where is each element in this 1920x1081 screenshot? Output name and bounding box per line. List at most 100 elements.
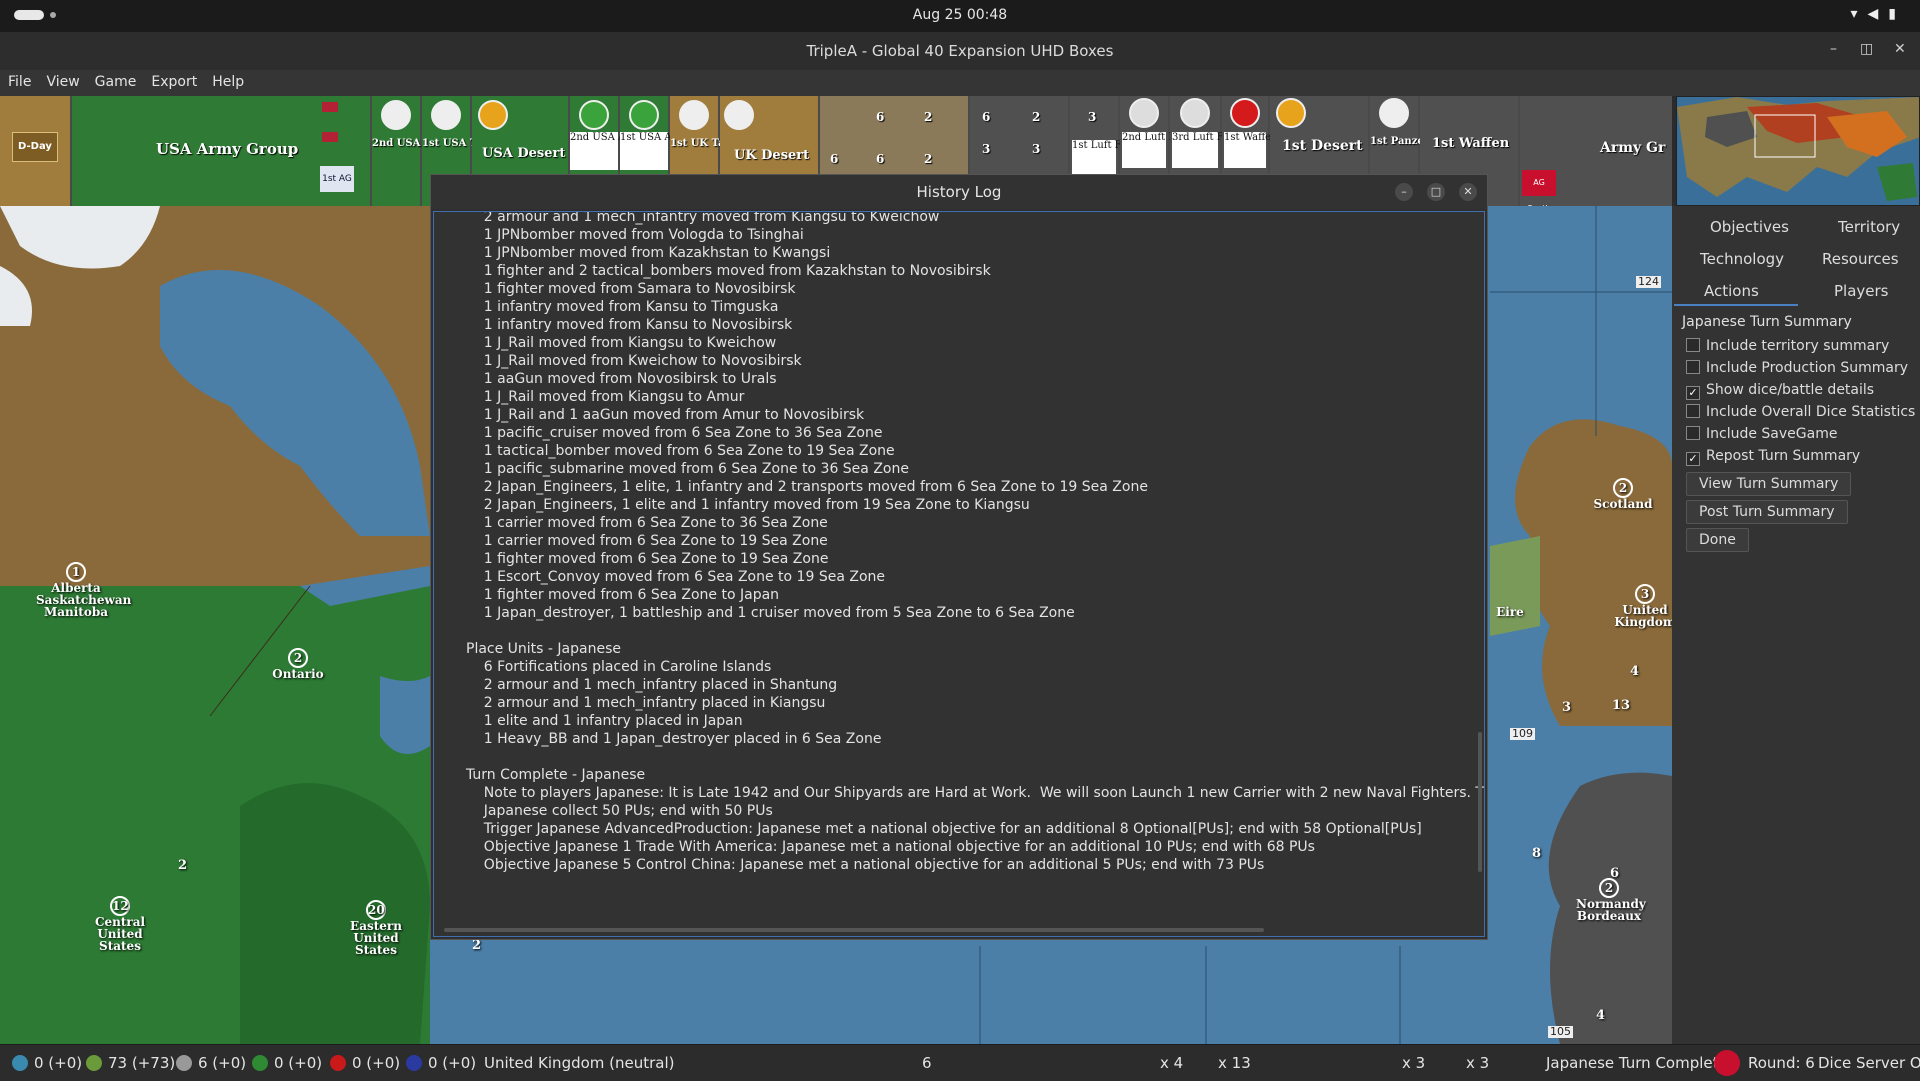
history-log-title: History Log (431, 175, 1487, 209)
territory-ontario[interactable]: 2 Ontario (268, 648, 328, 680)
history-log-line: 1 pacific_cruiser moved from 6 Sea Zone … (466, 425, 883, 441)
dak-chip-icon (1276, 98, 1306, 128)
post-turn-summary-button[interactable]: Post Turn Summary (1686, 500, 1848, 524)
option-dice-details[interactable]: ✓ Show dice/battle details (1686, 382, 1874, 400)
oil-icon (86, 1055, 102, 1071)
history-log-line: 1 J_Rail moved from Kiangsu to Kweichow (466, 335, 777, 351)
menu-export[interactable]: Export (143, 70, 204, 90)
menu-view[interactable]: View (38, 70, 86, 90)
dday-box[interactable]: D-Day (0, 96, 70, 206)
territory-value: 2 (288, 648, 308, 668)
unit-label: 2nd USA AirFleet (570, 132, 659, 170)
option-repost-summary[interactable]: ✓ Repost Turn Summary (1686, 448, 1860, 466)
checkbox-icon[interactable] (1686, 360, 1700, 374)
territory-central-us[interactable]: 12 Central United States (90, 896, 150, 952)
minimize-icon[interactable]: – (1830, 41, 1837, 57)
unit-count: 6 (830, 152, 839, 166)
tab-players[interactable]: Players (1834, 282, 1889, 300)
usa-army-group-box[interactable]: USA Army Group 1st AG (72, 96, 370, 206)
unit-label: 1st USA AirFleet (620, 132, 706, 170)
history-log-dialog[interactable]: History Log – □ ✕ 2 armour and 1 mech_in… (430, 174, 1488, 940)
system-clock[interactable]: Aug 25 00:48 (0, 7, 1920, 23)
army-group-south-box[interactable]: Army Gr AG South (1520, 96, 1672, 206)
history-log-line: 1 aaGun moved from Novosibirsk to Urals (466, 371, 777, 387)
usa-flag-icon (322, 132, 338, 142)
checkbox-checked-icon[interactable]: ✓ (1686, 452, 1700, 466)
resource-value: 0 (+0) (274, 1054, 323, 1072)
tab-territory[interactable]: Territory (1838, 218, 1900, 236)
system-topbar: Aug 25 00:48 ▾◀▮ (0, 0, 1920, 32)
view-turn-summary-button[interactable]: View Turn Summary (1686, 472, 1852, 496)
system-tray[interactable]: ▾◀▮ (1850, 6, 1906, 22)
unit-count: 3 (1032, 142, 1041, 156)
resource-value: 0 (+0) (352, 1054, 401, 1072)
territory-eastern-us[interactable]: 20 Eastern United States (346, 900, 406, 956)
tab-objectives[interactable]: Objectives (1710, 218, 1789, 236)
territory-normandy[interactable]: 2 Normandy Bordeaux (1576, 878, 1646, 922)
option-territory-summary[interactable]: Include territory summary (1686, 338, 1889, 354)
wifi-icon: ▾ (1850, 6, 1868, 22)
option-label: Include SaveGame (1706, 426, 1838, 442)
history-log-line: 1 Heavy_BB and 1 Japan_destroyer placed … (466, 731, 882, 747)
history-log-line: Turn Complete - Japanese (466, 767, 646, 783)
unit-chip-icon (1129, 98, 1159, 128)
minimap-svg (1677, 97, 1919, 205)
usa-tank-2nd-box[interactable]: 2nd USA Tank (372, 96, 451, 206)
history-log-line: 2 Japan_Engineers, 1 elite and 1 infantr… (466, 497, 1030, 513)
dialog-maximize-icon[interactable]: □ (1427, 183, 1445, 201)
option-dice-statistics[interactable]: Include Overall Dice Statistics (1686, 404, 1915, 420)
unit-stack-count: 2 (178, 858, 188, 873)
tab-resources[interactable]: Resources (1822, 250, 1899, 268)
history-log-line: Objective Japanese 1 Trade With America:… (466, 839, 1315, 855)
option-savegame[interactable]: Include SaveGame (1686, 426, 1837, 442)
unit-count: x 13 (1218, 1054, 1251, 1072)
history-log-line (466, 748, 470, 766)
menu-game[interactable]: Game (87, 70, 144, 90)
history-log-line: 2 armour and 1 mech_infantry placed in K… (466, 695, 826, 711)
checkbox-icon[interactable] (1686, 426, 1700, 440)
history-log-line: 1 infantry moved from Kansu to Novosibir… (466, 317, 793, 333)
option-production-summary[interactable]: Include Production Summary (1686, 360, 1908, 376)
menu-help[interactable]: Help (204, 70, 251, 90)
checkbox-icon[interactable] (1686, 338, 1700, 352)
territory-value: 1 (66, 562, 86, 582)
vertical-scrollbar[interactable] (1478, 732, 1482, 872)
unit-label: 2nd Luft Flotten (1122, 132, 1205, 168)
unit-label: 1st Waffen Panzer (1224, 132, 1315, 168)
dialog-minimize-icon[interactable]: – (1395, 183, 1413, 201)
history-log-line: 1 J_Rail moved from Kiangsu to Amur (466, 389, 745, 405)
territory-name: Eastern United States (350, 919, 402, 957)
tab-actions[interactable]: Actions (1704, 282, 1759, 300)
territory-name: Central United States (94, 915, 146, 953)
ag-south-badge: AG South (1522, 170, 1556, 206)
unit-chip-icon (431, 100, 461, 130)
uk-desert-label: UK Desert (734, 148, 810, 163)
resource-value: 6 (+0) (198, 1054, 247, 1072)
tab-technology[interactable]: Technology (1700, 250, 1784, 268)
horizontal-scrollbar[interactable] (444, 928, 1264, 932)
unit-stack-count: 2 (472, 938, 482, 953)
territory-scotland[interactable]: 2 Scotland (1590, 478, 1656, 510)
territory-alberta[interactable]: 1 Alberta Saskatchewan Manitoba (36, 562, 131, 618)
history-log-line: 1 JPNbomber moved from Kazakhstan to Kwa… (466, 245, 831, 261)
close-icon[interactable]: ✕ (1894, 41, 1906, 57)
minimap[interactable] (1676, 96, 1920, 206)
maximize-icon[interactable]: ◫ (1860, 41, 1873, 57)
unit-label: 1st Luft Flotten (1072, 140, 1151, 176)
territory-name: Normandy Bordeaux (1576, 897, 1646, 923)
option-label: Include territory summary (1706, 338, 1890, 354)
history-log-line: 1 carrier moved from 6 Sea Zone to 36 Se… (466, 515, 828, 531)
menu-file[interactable]: File (0, 70, 38, 90)
territory-value: 2 (1613, 478, 1633, 498)
army-group-label: Army Gr (1600, 140, 1666, 156)
territory-eire[interactable]: Eire (1490, 606, 1530, 618)
history-log-line: 6 Fortifications placed in Caroline Isla… (466, 659, 772, 675)
dialog-close-icon[interactable]: ✕ (1459, 183, 1477, 201)
history-log-text[interactable]: 2 armour and 1 mech_infantry moved from … (433, 211, 1485, 937)
checkbox-checked-icon[interactable]: ✓ (1686, 386, 1700, 400)
done-button[interactable]: Done (1686, 528, 1749, 552)
territory-united-kingdom[interactable]: 3 United Kingdom (1610, 584, 1672, 628)
checkbox-icon[interactable] (1686, 404, 1700, 418)
hovered-territory: United Kingdom (neutral) (484, 1054, 675, 1072)
tank-token-resource: 0 (+0) (330, 1054, 400, 1072)
